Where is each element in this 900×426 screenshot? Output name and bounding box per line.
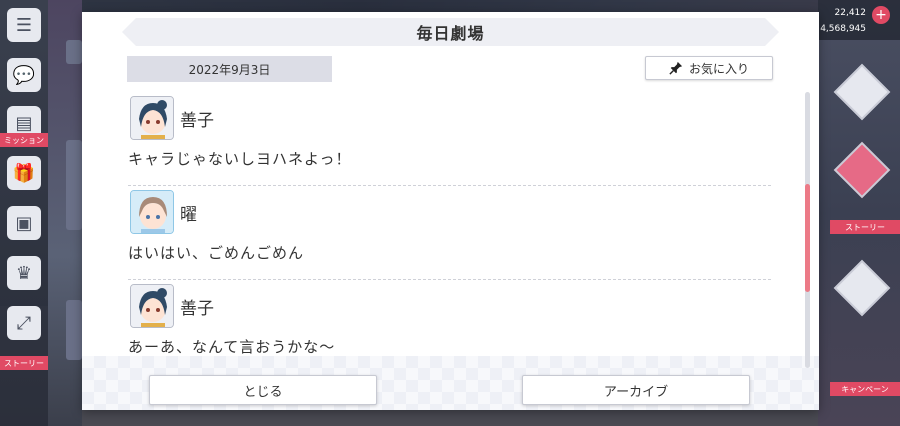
dialogue-entry: 曜 はいはい、ごめんごめん [128, 186, 771, 280]
speaker-name: 善子 [180, 111, 214, 131]
expand-icon[interactable]: ⤢ [7, 306, 41, 340]
add-currency-button[interactable]: + [872, 6, 890, 24]
yoshiko-avatar-icon [130, 96, 174, 140]
date-label: 2022年9月3日 [127, 56, 332, 82]
pin-icon [669, 61, 683, 75]
currency-count: 22,412 [834, 8, 867, 18]
trophy-icon[interactable]: ♛ [7, 256, 41, 290]
menu-diamond[interactable] [833, 259, 891, 317]
speaker-name: 善子 [180, 299, 214, 319]
chat-icon[interactable]: 💬 [7, 58, 41, 92]
archive-button[interactable]: アーカイブ [522, 375, 750, 405]
currency-count: 4,568,945 [820, 24, 866, 34]
dialogue-entry: 善子 あーあ、なんて言おうかな～ [128, 280, 771, 362]
left-background-strip [48, 0, 82, 426]
favorite-button-label: お気に入り [688, 61, 749, 76]
left-menu-rail: ☰ 💬 ▤ ミッション 🎁 ▣ ♛ ⤢ ストーリー [0, 0, 48, 426]
scrollbar[interactable] [805, 92, 810, 368]
dialogue-list[interactable]: 善子 キャラじゃないしヨハネよっ！ 曜 はいはい、ごめんごめん 善子 あーあ、な… [128, 92, 771, 362]
dialogue-line: はいはい、ごめんごめん [128, 244, 305, 262]
rail-tag: ストーリー [0, 356, 48, 370]
dialogue-entry: 善子 キャラじゃないしヨハネよっ！ [128, 92, 771, 186]
rail-tag: ミッション [0, 133, 48, 147]
daily-theater-dialog: 毎日劇場 2022年9月3日 お気に入り 善子 キャラじゃないしヨハネよっ！ 曜… [82, 12, 819, 410]
right-menu-panel: 22,412 4,568,945 + ストーリー キャンペーン [818, 0, 900, 426]
you-avatar-icon [130, 190, 174, 234]
ribbon: キャンペーン [830, 382, 900, 396]
dialog-title: 毎日劇場 [416, 24, 485, 43]
yoshiko-avatar-icon [130, 284, 174, 328]
dialog-title-bar: 毎日劇場 [122, 18, 779, 46]
close-button[interactable]: とじる [149, 375, 377, 405]
menu-diamond[interactable] [833, 141, 891, 199]
gift-icon[interactable]: 🎁 [7, 156, 41, 190]
favorite-button[interactable]: お気に入り [645, 56, 773, 80]
screen-icon[interactable]: ▣ [7, 206, 41, 240]
speaker-name: 曜 [180, 205, 197, 225]
menu-diamond[interactable] [833, 63, 891, 121]
decoration [66, 40, 82, 64]
dialogue-line: キャラじゃないしヨハネよっ！ [128, 150, 352, 168]
dialogue-line: あーあ、なんて言おうかな～ [128, 338, 336, 356]
decoration [66, 140, 82, 230]
ribbon: ストーリー [830, 220, 900, 234]
menu-icon[interactable]: ☰ [7, 8, 41, 42]
decoration [66, 300, 82, 360]
scrollbar-thumb[interactable] [805, 184, 810, 292]
